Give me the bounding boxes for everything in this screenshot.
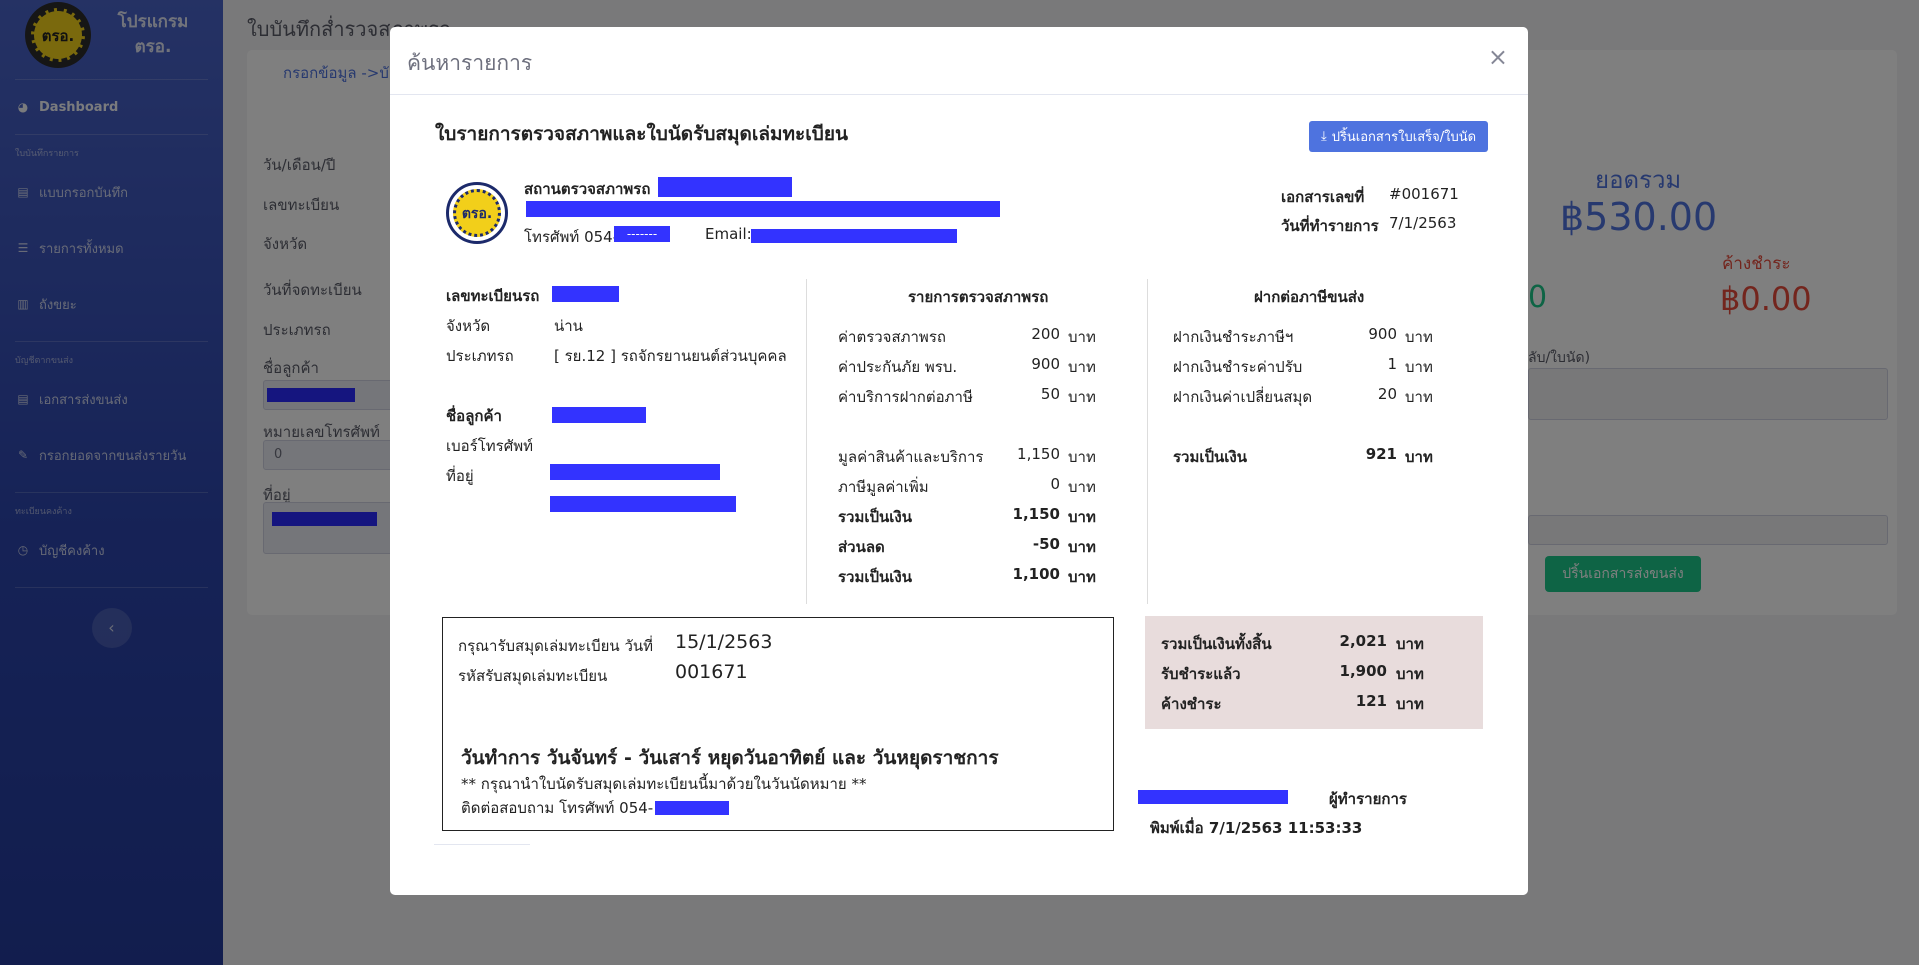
customer-phone-label: เบอร์โทรศัพท์ (446, 437, 534, 455)
inspection-item-label: ค่าบริการฝากต่อภาษี (838, 388, 973, 406)
pickup-note: ** กรุณานำใบนัดรับสมุดเล่มทะเบียนนี้มาด้… (461, 775, 867, 793)
subtotal-label: มูลค่าสินค้าและบริการ (838, 448, 984, 466)
station-phone-masked: ------- (614, 226, 670, 242)
grand-total-unit: บาท (1396, 635, 1424, 653)
tax-total-amount: 921 (1365, 445, 1397, 463)
redaction (751, 229, 957, 243)
tax-total-unit: บาท (1405, 448, 1433, 466)
operator-label: ผู้ทำรายการ (1329, 790, 1407, 808)
grand-total-label: รวมเป็นเงินทั้งสิ้น (1161, 635, 1272, 653)
discount-amount: -50 (1032, 535, 1060, 553)
redaction (552, 286, 619, 302)
pickup-date-value: 15/1/2563 (675, 631, 773, 653)
tax-item-label: ฝากเงินชำระค่าปรับ (1173, 358, 1303, 376)
total1-label: รวมเป็นเงิน (838, 508, 912, 526)
contact-phone-label: ติดต่อสอบถาม โทรศัพท์ 054- (461, 799, 654, 817)
station-phone-label: โทรศัพท์ 054- (524, 228, 619, 246)
download-icon: ⤓ (1320, 129, 1327, 144)
due-label: ค้างชำระ (1161, 695, 1222, 713)
inspection-item-unit: บาท (1068, 328, 1096, 346)
tax-item-label: ฝากเงินค่าเปลี่ยนสมุด (1173, 388, 1313, 406)
vehicle-type-label: ประเภทรถ (446, 347, 514, 365)
subtotal-unit: บาท (1068, 448, 1096, 466)
tax-heading: ฝากต่อภาษีขนส่ง (1254, 288, 1365, 306)
modal-header: ค้นหารายการ × (390, 27, 1528, 95)
column-divider (806, 279, 807, 604)
station-logo-text: ตรอ. (461, 206, 493, 222)
print-receipt-label: ปริ้นเอกสารใบเสร็จ/ใบนัด (1331, 130, 1477, 145)
redaction (526, 201, 1000, 217)
total1-amount: 1,150 (1012, 505, 1060, 523)
pickup-date-label: กรุณารับสมุดเล่มทะเบียน วันที่ (458, 637, 654, 655)
total1-unit: บาท (1068, 508, 1096, 526)
total2-amount: 1,100 (1012, 565, 1060, 583)
grand-total-amount: 2,021 (1339, 632, 1387, 650)
inspection-item-label: ค่าตรวจสภาพรถ (838, 328, 946, 346)
inspection-item-amount: 900 (1031, 355, 1060, 373)
total2-unit: บาท (1068, 568, 1096, 586)
tax-item-amount: 20 (1377, 385, 1397, 403)
redaction (1138, 790, 1288, 804)
station-email-label: Email: (705, 225, 752, 243)
redaction (552, 407, 646, 423)
vehicle-type-value: [ รย.12 ] รถจักรยานยนต์ส่วนบุคคล (554, 347, 787, 365)
paid-label: รับชำระแล้ว (1161, 665, 1241, 683)
plate-label: เลขทะเบียนรถ (446, 287, 540, 305)
tax-item-unit: บาท (1405, 388, 1433, 406)
station-name-label: สถานตรวจสภาพรถ (524, 180, 651, 198)
vat-amount: 0 (1050, 475, 1060, 493)
subtotal-amount: 1,150 (1017, 445, 1060, 463)
paid-unit: บาท (1396, 665, 1424, 683)
close-icon[interactable]: × (1488, 43, 1508, 71)
appointment-box: กรุณารับสมุดเล่มทะเบียน วันที่ 15/1/2563… (442, 617, 1114, 831)
document-title: ใบรายการตรวจสภาพและใบนัดรับสมุดเล่มทะเบี… (435, 123, 848, 145)
printed-at: พิมพ์เมื่อ 7/1/2563 11:53:33 (1150, 819, 1363, 837)
customer-label: ชื่อลูกค้า (446, 407, 502, 425)
search-modal: ค้นหารายการ × ใบรายการตรวจสภาพและใบนัดรั… (390, 27, 1528, 895)
total2-label: รวมเป็นเงิน (838, 568, 912, 586)
redaction (550, 464, 720, 480)
inspection-item-unit: บาท (1068, 358, 1096, 376)
due-amount: 121 (1355, 692, 1387, 710)
inspection-heading: รายการตรวจสภาพรถ (908, 288, 1049, 306)
province-value: น่าน (554, 317, 583, 335)
due-unit: บาท (1396, 695, 1424, 713)
doc-no-value: #001671 (1389, 185, 1459, 203)
tax-item-amount: 1 (1387, 355, 1397, 373)
tax-item-label: ฝากเงินชำระภาษีฯ (1173, 328, 1294, 346)
redaction (655, 801, 729, 815)
inspection-item-label: ค่าประกันภัย พรบ. (838, 358, 958, 376)
province-label: จังหวัด (446, 317, 491, 335)
redaction (658, 177, 792, 197)
inspection-item-amount: 50 (1040, 385, 1060, 403)
vat-label: ภาษีมูลค่าเพิ่ม (838, 478, 929, 496)
doc-no-label: เอกสารเลขที่ (1281, 188, 1365, 206)
customer-address-label: ที่อยู่ (446, 467, 474, 485)
column-divider (1147, 279, 1148, 604)
discount-unit: บาท (1068, 538, 1096, 556)
modal-title: ค้นหารายการ (407, 51, 533, 75)
summary-box: รวมเป็นเงินทั้งสิ้น 2,021 บาท รับชำระแล้… (1145, 616, 1483, 729)
pickup-code-value: 001671 (675, 661, 748, 683)
inspection-item-unit: บาท (1068, 388, 1096, 406)
doc-date-label: วันที่ทำรายการ (1281, 217, 1379, 235)
station-logo: ตรอ. (446, 182, 508, 244)
tax-total-label: รวมเป็นเงิน (1173, 448, 1247, 466)
tax-item-amount: 900 (1368, 325, 1397, 343)
office-hours: วันทำการ วันจันทร์ - วันเสาร์ หยุดวันอาท… (461, 747, 999, 769)
discount-label: ส่วนลด (838, 538, 885, 556)
print-receipt-button[interactable]: ⤓ ปริ้นเอกสารใบเสร็จ/ใบนัด (1309, 121, 1488, 152)
tax-item-unit: บาท (1405, 328, 1433, 346)
doc-date-value: 7/1/2563 (1389, 214, 1457, 232)
receipt-document: ใบรายการตรวจสภาพและใบนัดรับสมุดเล่มทะเบี… (390, 95, 1528, 895)
pickup-code-label: รหัสรับสมุดเล่มทะเบียน (458, 667, 608, 685)
redaction (550, 496, 736, 512)
paid-amount: 1,900 (1339, 662, 1387, 680)
inspection-item-amount: 200 (1031, 325, 1060, 343)
tax-item-unit: บาท (1405, 358, 1433, 376)
vat-unit: บาท (1068, 478, 1096, 496)
footer-divider (434, 844, 530, 845)
